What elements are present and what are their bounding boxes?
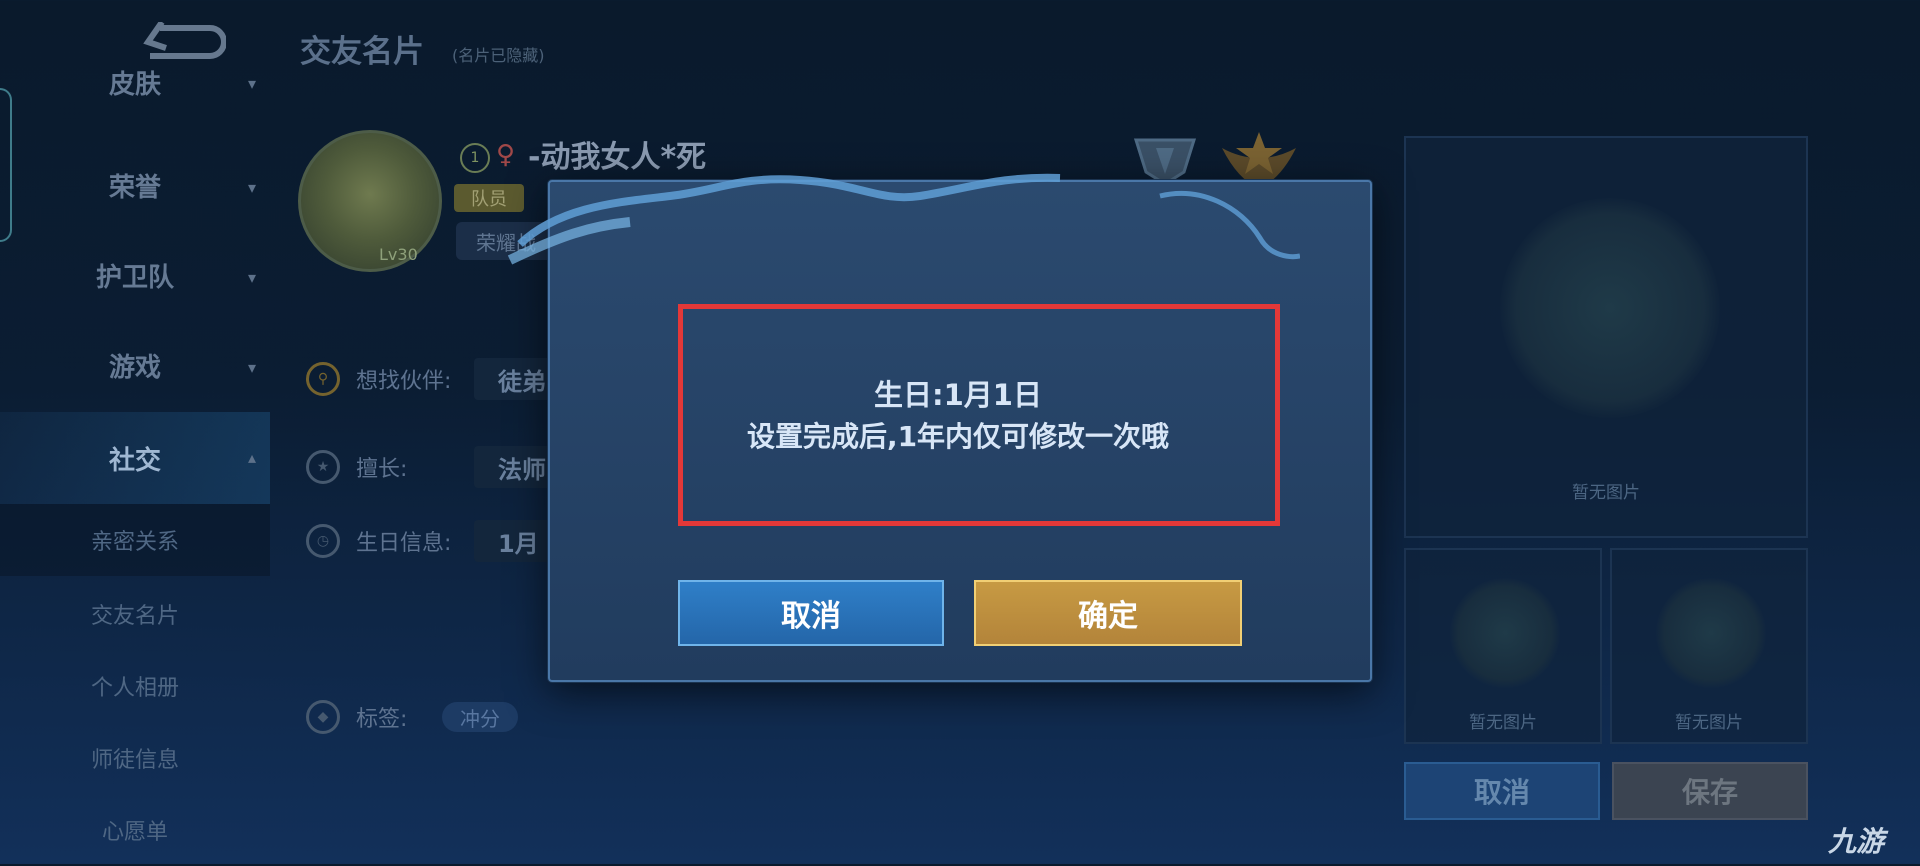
level-label: Lv30: [379, 245, 418, 264]
photo-slot-3[interactable]: 暂无图片: [1610, 548, 1808, 744]
photo-slot-main[interactable]: 暂无图片: [1404, 136, 1808, 538]
placeholder-illustration: [1500, 198, 1720, 418]
placeholder-illustration: [1450, 578, 1560, 688]
search-person-icon: ⚲: [306, 362, 340, 396]
chevron-up-icon: ▴: [248, 448, 257, 467]
partner-row: ⚲ 想找伙伴: 徒弟: [306, 356, 584, 402]
empty-photo-text: 暂无图片: [1572, 483, 1640, 503]
avatar[interactable]: Lv30: [298, 130, 442, 272]
page-cancel-button[interactable]: 取消: [1404, 762, 1600, 820]
placeholder-illustration: [1656, 578, 1766, 688]
tag-icon: ◆: [306, 700, 340, 734]
sidebar-item-game[interactable]: 游戏 ▾: [0, 322, 270, 408]
page-title: 交友名片: [300, 34, 424, 70]
sidebar-item-honor[interactable]: 荣誉 ▾: [0, 142, 270, 228]
chevron-down-icon: ▾: [248, 358, 257, 377]
sidebar-subitem-mentor[interactable]: 师徒信息: [0, 722, 270, 794]
empty-photo-text: 暂无图片: [1675, 713, 1743, 733]
rank-badge: 1: [460, 143, 490, 173]
chevron-down-icon: ▾: [248, 268, 257, 287]
sidebar-item-guard[interactable]: 护卫队 ▾: [0, 232, 270, 318]
tags-label: 标签:: [356, 707, 408, 732]
sidebar-item-label: 游戏: [108, 352, 161, 383]
team-tag: 队员: [454, 184, 524, 212]
tag-chip[interactable]: 冲分: [442, 702, 518, 732]
clock-icon: ◷: [306, 524, 340, 558]
sidebar-subitem-card[interactable]: 交友名片: [0, 578, 270, 650]
sidebar-subitem-album[interactable]: 个人相册: [0, 650, 270, 722]
star-icon: ★: [306, 450, 340, 484]
chevron-down-icon: ▾: [248, 178, 257, 197]
sidebar-subitem-intimacy[interactable]: 亲密关系: [0, 504, 270, 576]
sidebar-item-label: 荣誉: [108, 172, 161, 203]
watermark-logo: 九游: [1828, 825, 1885, 858]
rank-emblem-icon: [1133, 138, 1197, 186]
cancel-button[interactable]: 取消: [678, 580, 944, 646]
sidebar: 皮肤 ▾ 荣誉 ▾ 护卫队 ▾ 游戏 ▾ 社交 ▴ 亲密关系 交友名片 个人相册…: [0, 70, 270, 864]
chevron-down-icon: ▾: [248, 74, 257, 93]
tags-row: ◆ 标签: 冲分: [306, 694, 518, 740]
page-save-button[interactable]: 保存: [1612, 762, 1808, 820]
female-icon: ♀: [496, 140, 516, 170]
glory-tag[interactable]: 荣耀战: [456, 222, 556, 260]
empty-photo-text: 暂无图片: [1469, 713, 1537, 733]
birthday-message: 生日:1月1日: [874, 378, 1042, 412]
birthday-label: 生日信息:: [356, 531, 452, 556]
photo-slot-2[interactable]: 暂无图片: [1404, 548, 1602, 744]
sidebar-item-label: 社交: [108, 445, 161, 476]
sidebar-item-label: 皮肤: [108, 69, 161, 100]
confirm-button[interactable]: 确定: [974, 580, 1242, 646]
sidebar-subitem-wishlist[interactable]: 心愿单: [0, 794, 270, 866]
sidebar-item-skin[interactable]: 皮肤 ▾: [0, 56, 270, 108]
specialty-row: ★ 擅长: 法师: [306, 444, 584, 490]
partner-label: 想找伙伴:: [356, 369, 452, 394]
sidebar-item-label: 护卫队: [95, 262, 174, 293]
nickname: -动我女人*死: [528, 140, 707, 175]
page-subtitle: (名片已隐藏): [452, 46, 545, 65]
edit-limit-message: 设置完成后,1年内仅可修改一次哦: [746, 420, 1170, 453]
sidebar-item-social[interactable]: 社交 ▴: [0, 412, 270, 504]
specialty-label: 擅长:: [356, 457, 408, 482]
birthday-row: ◷ 生日信息: 1月: [306, 518, 584, 564]
